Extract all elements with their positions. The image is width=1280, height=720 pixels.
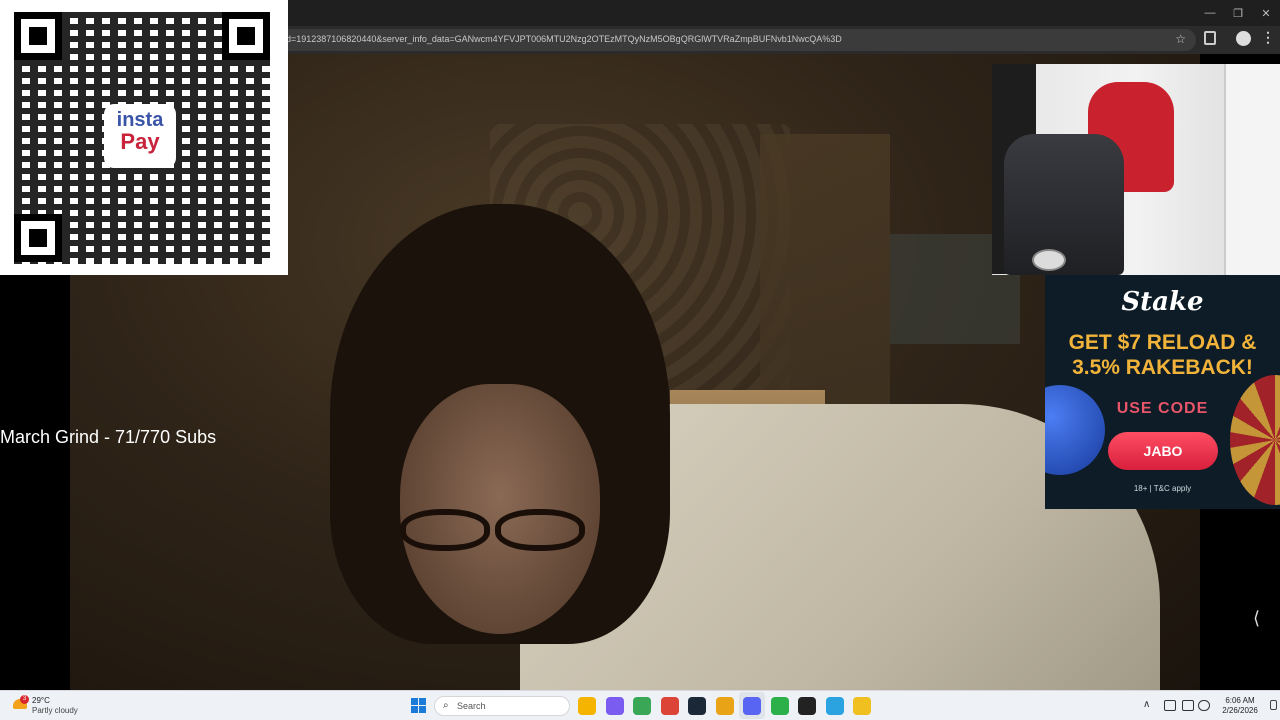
telegram-icon[interactable] [825,697,844,715]
ad-headline: GET $7 RELOAD & 3.5% RAKEBACK! [1045,330,1280,380]
screen: — ❐ ✕ d=1912387106820440&server_info_dat… [0,0,1280,720]
sub-goal-text: March Grind - 71/770 Subs [0,427,217,447]
android-app-icon[interactable] [770,697,789,715]
smart-speaker [1032,249,1066,271]
glasses-lens-right [495,509,585,551]
close-button[interactable]: ✕ [1252,0,1280,26]
stake-logo: Stake [1121,287,1204,317]
address-bar[interactable]: d=1912387106820440&server_info_data=GANw… [280,29,1196,51]
instapay-logo-line2: Pay [120,129,160,154]
qr-finder-bottom-left [14,214,62,262]
windows-start-icon[interactable] [411,698,426,713]
stake-ad-banner[interactable]: Stake GET $7 RELOAD & 3.5% RAKEBACK! USE… [1045,275,1280,509]
room-door [1224,64,1280,275]
weather-description[interactable]: Partly cloudy [32,706,78,715]
bookmark-star-icon[interactable]: ☆ [1175,32,1186,46]
windows-taskbar: 3 29°C Partly cloudy ⌕ Search ∧ 6:06 AM … [0,690,1280,720]
chrome-icon[interactable] [633,697,651,715]
chrome-profile-icon[interactable] [660,697,679,715]
display-icon[interactable] [1182,700,1194,711]
notification-icon[interactable] [1270,700,1277,710]
search-placeholder: Search [457,701,486,711]
discord-icon[interactable] [743,697,761,715]
clock-time[interactable]: 6:06 AM [1218,696,1262,705]
maximize-button[interactable]: ❐ [1224,0,1252,26]
instapay-qr-code: insta Pay [0,0,288,275]
cricket-ball-graphic [1045,385,1105,475]
minimize-button[interactable]: — [1196,0,1224,26]
qr-finder-top-right [222,12,270,60]
weather-temperature[interactable]: 29°C [32,696,50,705]
ad-headline-line2: 3.5% RAKEBACK! [1072,356,1253,379]
search-icon: ⌕ [443,700,449,711]
side-panel-expand-icon[interactable]: ⟨ [1253,608,1260,629]
taskbar-search[interactable]: ⌕ Search [434,696,570,716]
obs-icon[interactable] [798,697,816,715]
room-webcam [992,64,1280,275]
extensions-icon[interactable] [1204,31,1216,45]
steam-icon[interactable] [688,697,706,715]
instapay-logo-line1: insta [116,109,164,131]
clock-date[interactable]: 2/26/2026 [1218,706,1262,715]
glasses-lens-left [400,509,490,551]
streamer-glasses [370,509,590,559]
url-text[interactable]: d=1912387106820440&server_info_data=GANw… [286,34,842,44]
ad-disclaimer: 18+ | T&C apply [1133,484,1192,493]
profile-avatar-icon[interactable] [1236,31,1251,46]
qr-finder-top-left [14,12,62,60]
ad-use-code-label: USE CODE [1116,400,1209,417]
browser-menu-icon[interactable]: ⋮ [1261,29,1275,46]
copilot-icon[interactable] [605,697,624,715]
chrome-alt-icon[interactable] [715,697,734,715]
network-icon[interactable] [1164,700,1176,711]
ad-headline-line1: GET $7 RELOAD & [1068,331,1257,354]
weather-notification-badge: 3 [20,695,29,704]
tray-overflow-chevron-icon[interactable]: ∧ [1143,699,1150,710]
window-controls: — ❐ ✕ [1196,0,1280,26]
instapay-logo: insta Pay [104,104,176,168]
volume-icon[interactable] [1198,700,1210,711]
winamp-icon[interactable] [853,697,871,715]
file-explorer-icon[interactable] [578,697,596,715]
promo-code-button[interactable]: JABO [1108,432,1218,470]
